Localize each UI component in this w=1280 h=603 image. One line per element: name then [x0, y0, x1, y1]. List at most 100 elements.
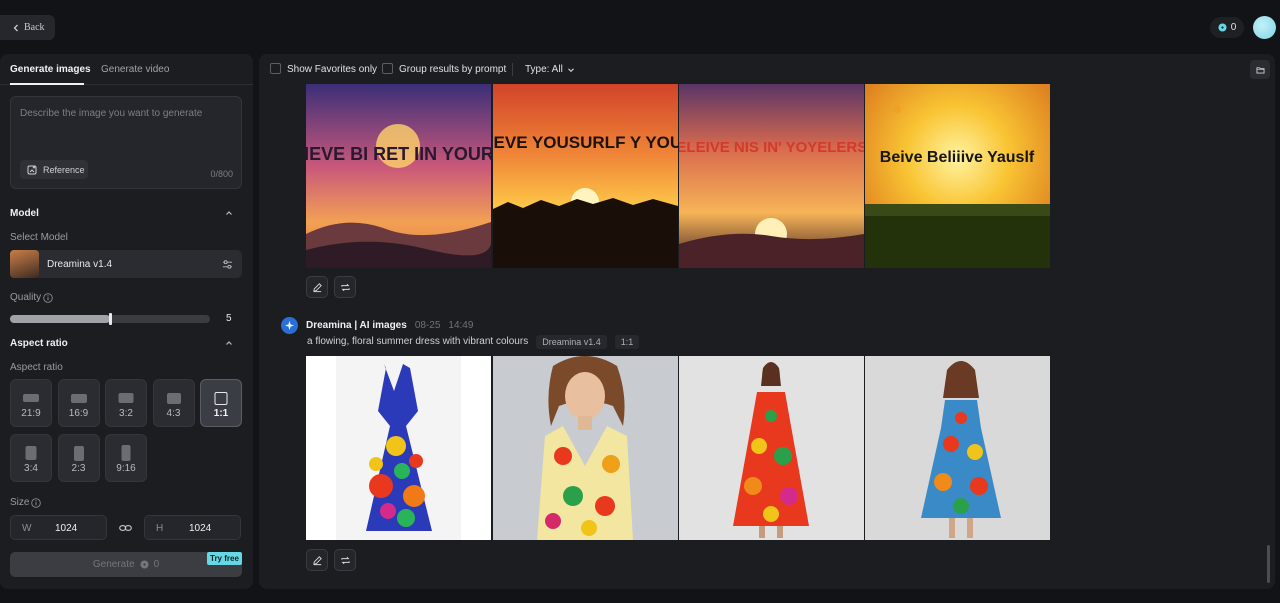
model-section-title: Model: [10, 208, 39, 219]
aspect-ratio-option[interactable]: 21:9: [10, 379, 52, 427]
link-icon[interactable]: [119, 522, 132, 534]
generation-prompt[interactable]: a flowing, floral summer dress with vibr…: [307, 336, 528, 347]
quality-value: 5: [226, 313, 232, 324]
quality-label: Quality: [10, 292, 42, 303]
filter-divider: [512, 63, 513, 76]
sunset-image: BELIEVE YOUSURLF Y YOURLF: [493, 84, 678, 268]
sunset-image: BELEIVE NIS IN' YOYELERSF: [679, 84, 864, 268]
chevron-left-icon: [13, 24, 18, 31]
sunset-image: Beive Beliiive Yauslf: [865, 84, 1050, 268]
model-select[interactable]: Dreamina v1.4: [10, 250, 242, 278]
tab-bar: Generate images Generate video: [0, 54, 253, 85]
aspect-ratio-label: Aspect ratio: [10, 362, 63, 373]
regenerate-button[interactable]: [334, 549, 356, 571]
credit-icon: [1218, 23, 1227, 32]
favorites-checkbox[interactable]: [270, 63, 281, 74]
prompt-input[interactable]: Describe the image you want to generate …: [10, 96, 242, 189]
group-by-prompt-checkbox[interactable]: [382, 63, 393, 74]
sunset-image: BELIEVE BI RET IIN YOURLSF: [306, 84, 491, 268]
aspect-ratio-shape: [214, 391, 228, 405]
generated-image[interactable]: [306, 356, 491, 540]
generate-cost: 0: [153, 559, 160, 570]
reference-button[interactable]: Reference: [20, 160, 88, 179]
generate-label: Generate: [92, 559, 135, 570]
aspect-ratio-shape: [118, 393, 134, 403]
generated-image[interactable]: [865, 356, 1050, 540]
quality-slider[interactable]: [10, 313, 210, 325]
width-field[interactable]: W 1024: [10, 515, 107, 540]
aspect-ratio-shape: [25, 446, 37, 460]
active-tab-indicator: [10, 83, 84, 85]
results-scrollbar[interactable]: [1267, 545, 1270, 583]
tab-generate-images[interactable]: Generate images: [10, 64, 91, 75]
aspect-ratio-option[interactable]: 3:2: [105, 379, 147, 427]
model-thumbnail: [10, 250, 39, 278]
info-icon[interactable]: [31, 498, 41, 508]
generation-author: Dreamina | AI images: [306, 319, 407, 331]
edit-button[interactable]: [306, 549, 328, 571]
generation-date: 08-25: [414, 319, 441, 331]
type-filter-label: Type: All: [525, 64, 563, 75]
width-value: 1024: [55, 523, 78, 534]
aspect-ratio-option[interactable]: 4:3: [152, 379, 195, 427]
quality-slider-fill: [10, 315, 110, 323]
generated-image[interactable]: BELIEVE BI RET IIN YOURLSF: [306, 84, 491, 268]
aspect-ratio-option-label: 21:9: [21, 408, 41, 419]
tab-generate-video[interactable]: Generate video: [101, 64, 169, 75]
aspect-ratio-option[interactable]: 1:1: [200, 379, 242, 427]
chevron-up-icon[interactable]: [225, 209, 233, 217]
edit-icon: [312, 282, 322, 292]
quality-slider-handle[interactable]: [109, 313, 112, 325]
dress-image: [493, 356, 678, 540]
height-field[interactable]: H 1024: [144, 515, 241, 540]
aspect-ratio-option-label: 1:1: [213, 408, 229, 419]
chevron-up-icon[interactable]: [225, 339, 233, 347]
dress-image: [865, 356, 1050, 540]
info-icon[interactable]: [43, 293, 53, 303]
credits-badge[interactable]: 0: [1210, 17, 1244, 38]
model-tag: Dreamina v1.4: [536, 334, 607, 349]
aspect-ratio-shape: [70, 393, 87, 403]
image-overlay-text: BELEIVE NIS IN' YOYELERSF: [679, 139, 864, 156]
folder-icon: [1256, 66, 1264, 74]
height-value: 1024: [189, 523, 212, 534]
char-count: 0/800: [210, 169, 233, 179]
size-label: Size: [10, 497, 30, 508]
generated-image[interactable]: [493, 356, 678, 540]
user-avatar[interactable]: [1253, 16, 1276, 39]
generated-image[interactable]: BELIEVE YOUSURLF Y YOURLF: [493, 84, 678, 268]
regenerate-button[interactable]: [334, 276, 356, 298]
type-filter-dropdown[interactable]: Type: All: [525, 64, 575, 75]
results-panel: Show Favorites only Group results by pro…: [259, 54, 1275, 589]
settings-sliders-icon[interactable]: [222, 259, 233, 270]
aspect-ratio-option[interactable]: 16:9: [57, 379, 100, 427]
edit-button[interactable]: [306, 276, 328, 298]
back-button[interactable]: Back: [0, 15, 55, 40]
aspect-ratio-option-label: 3:2: [119, 408, 133, 419]
aspect-ratio-option[interactable]: 2:3: [57, 434, 100, 482]
aspect-ratio-section-title: Aspect ratio: [10, 338, 68, 349]
regenerate-icon: [340, 283, 350, 291]
folder-button[interactable]: [1250, 60, 1270, 79]
top-bar: Back 0: [0, 0, 1280, 54]
reference-icon: [27, 165, 37, 174]
dress-image: [336, 356, 461, 540]
aspect-ratio-shape: [121, 445, 131, 461]
width-axis-label: W: [22, 523, 32, 534]
favorites-label: Show Favorites only: [287, 64, 378, 75]
ratio-tag: 1:1: [614, 334, 640, 349]
model-name: Dreamina v1.4: [47, 259, 113, 270]
aspect-ratio-option[interactable]: 9:16: [105, 434, 147, 482]
image-overlay-text: BELIEVE BI RET IIN YOURLSF: [306, 144, 491, 164]
dress-image: [679, 356, 864, 540]
edit-icon: [312, 555, 322, 565]
generated-image[interactable]: BELEIVE NIS IN' YOYELERSF: [679, 84, 864, 268]
generation-header: Dreamina | AI images 08-25 14:49: [281, 316, 473, 334]
generated-image[interactable]: Beive Beliiive Yauslf: [865, 84, 1050, 268]
prompt-placeholder: Describe the image you want to generate: [20, 108, 203, 119]
aspect-ratio-option-label: 16:9: [68, 408, 89, 419]
filter-bar: Show Favorites only Group results by pro…: [259, 54, 1275, 85]
aspect-ratio-shape: [73, 445, 84, 461]
aspect-ratio-option[interactable]: 3:4: [10, 434, 52, 482]
generated-image[interactable]: [679, 356, 864, 540]
